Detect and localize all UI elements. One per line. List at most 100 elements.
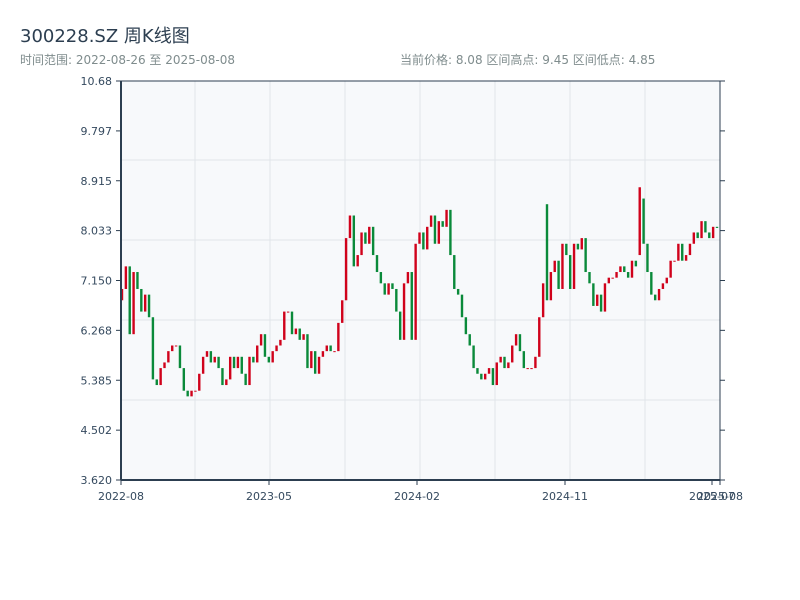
candle-up [526,368,529,370]
candle-up [630,260,634,278]
candle-down [391,283,394,289]
candle-down [371,226,375,256]
y-tick-label: 6.268 [81,324,113,337]
y-tick-label: 10.68 [81,75,113,88]
candle-up [657,288,661,301]
candle-up [283,311,286,340]
candle-down [588,272,591,284]
candle-up [499,356,502,363]
candle-up [205,351,209,357]
candle-up [426,226,429,250]
candle-up [143,294,147,312]
candle-up [387,283,390,295]
candle-up [541,283,545,318]
candle-down [240,356,243,374]
candle-up [487,368,491,374]
candle-up [553,260,556,273]
candle-down [155,379,158,386]
candle-up [310,351,313,369]
candle-up [213,356,216,363]
candle-up [275,345,278,352]
candle-down [352,215,356,267]
y-tick-label: 8.915 [81,175,113,188]
candle-down [491,368,495,386]
candle-down [453,255,456,289]
candle-up [534,356,537,369]
candle-down [476,368,479,374]
x-tick-label: 2022-08 [98,490,144,503]
candle-up [171,345,174,352]
candle-down [232,356,236,369]
candle-up [596,294,599,306]
candle-down [704,221,707,233]
candle-down [565,243,568,256]
candle-down [364,232,367,244]
candle-down [140,288,143,312]
candle-down [379,272,383,284]
candle-up [302,334,305,340]
candle-up [225,379,228,386]
candle-down [623,266,626,273]
candle-down [147,294,151,318]
candle-up [256,345,259,363]
candle-up [402,283,406,340]
candle-down [642,198,645,244]
candle-down [395,288,398,312]
y-tick-label: 7.150 [81,275,113,288]
candle-up [198,373,201,391]
candle-up [638,187,641,256]
candle-up [669,260,672,278]
candle-up [495,362,498,386]
candle-up [615,272,618,278]
candle-up [348,215,352,239]
x-tick-label: 2024-11 [542,490,588,503]
candle-down [182,368,186,391]
y-tick-label: 4.502 [81,424,113,437]
candle-down [433,215,437,244]
candle-down [634,260,638,267]
candle-down [576,243,580,250]
candle-down [518,334,522,352]
candle-down [584,238,587,273]
candle-down [221,368,224,386]
candle-up [124,266,128,289]
candle-up [549,272,553,301]
candle-up [194,390,197,392]
candle-up [167,351,170,363]
candle-down [449,209,452,256]
candle-up [248,356,251,386]
candle-up [507,362,510,369]
candle-up [437,221,441,244]
candle-down [263,334,267,357]
candle-down [480,373,483,380]
candle-up [337,322,340,352]
candle-down [209,351,213,363]
candle-down [290,311,294,335]
candle-down [653,294,657,301]
x-tick-label: 2024-02 [394,490,440,503]
candle-down [252,356,255,363]
y-tick-label: 8.033 [81,225,113,238]
candle-down [441,221,444,227]
candle-down [456,288,460,295]
candle-down [592,283,595,306]
candle-up [611,277,614,279]
y-tick-label: 3.620 [81,474,113,487]
candle-down [217,356,220,369]
y-tick-label: 5.385 [81,374,113,387]
candle-down [681,243,684,261]
candle-up [514,334,518,346]
candle-up [661,283,665,289]
candle-down [715,226,719,228]
candle-down [313,351,317,374]
candle-up [228,356,232,380]
candle-down [650,272,653,295]
candle-up [572,243,576,289]
candle-up [132,272,135,335]
candle-up [414,243,417,340]
candle-down [468,334,471,346]
candle-down [151,317,155,380]
candle-down [568,255,572,289]
candle-down [522,351,526,369]
candle-up [360,232,363,256]
